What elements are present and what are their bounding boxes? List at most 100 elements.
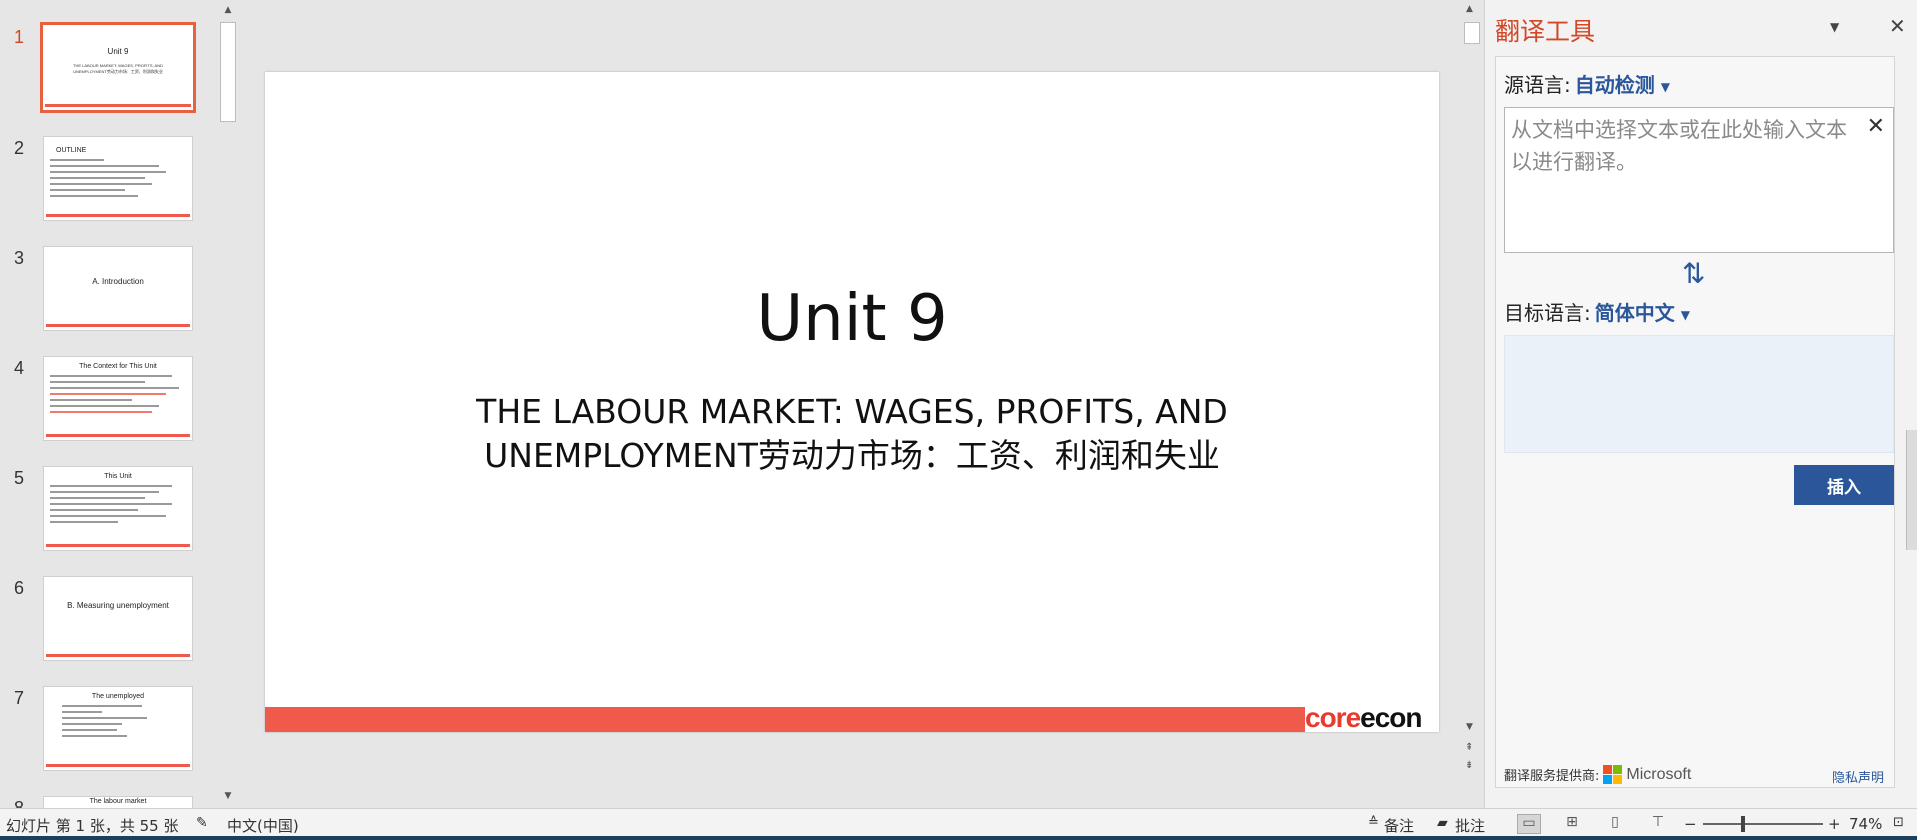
provider-label: 翻译服务提供商: bbox=[1504, 769, 1600, 784]
scroll-down-icon[interactable]: ▼ bbox=[222, 790, 234, 802]
slide-title[interactable]: Unit 9 bbox=[265, 282, 1439, 356]
target-language-row[interactable]: 目标语言: 简体中文 ▼ bbox=[1504, 297, 1690, 326]
source-text-input[interactable]: 从文档中选择文本或在此处输入文本以进行翻译。 ✕ bbox=[1504, 107, 1894, 253]
thumbnail-preview[interactable]: The labour market bbox=[43, 796, 193, 808]
slide-subtitle[interactable]: THE LABOUR MARKET: WAGES, PROFITS, AND U… bbox=[415, 390, 1289, 478]
thumbnail-bar bbox=[46, 544, 190, 547]
translator-title: 翻译工具 bbox=[1495, 17, 1596, 46]
accessibility-icon[interactable]: ✎ bbox=[196, 815, 208, 831]
thumbnail-number: 7 bbox=[14, 688, 25, 708]
thumbnail-slide-2[interactable]: 2 OUTLINE bbox=[0, 136, 215, 236]
translation-output[interactable] bbox=[1504, 335, 1894, 453]
thumbnail-text-lines bbox=[50, 485, 186, 527]
thumbnail-title: A. Introduction bbox=[92, 277, 144, 286]
normal-view-icon[interactable]: ▭ bbox=[1517, 814, 1541, 834]
thumbnail-slide-3[interactable]: 3 A. Introduction bbox=[0, 246, 215, 346]
thumbnail-title: The unemployed bbox=[91, 693, 145, 700]
thumbnail-title: Unit 9 bbox=[107, 47, 129, 56]
logo-part-core: core bbox=[1305, 702, 1361, 733]
pane-options-icon[interactable]: ▼ bbox=[1830, 20, 1839, 34]
clear-icon[interactable]: ✕ bbox=[1867, 114, 1885, 139]
notes-button[interactable]: 备注 bbox=[1384, 815, 1414, 836]
thumbnail-bar bbox=[46, 434, 190, 437]
taskbar-strip bbox=[0, 836, 1917, 840]
thumbnail-title: The Context for This Unit bbox=[79, 363, 157, 370]
thumbnail-text-lines bbox=[50, 375, 186, 417]
slide-footer-bar bbox=[265, 707, 1305, 732]
zoom-out-button[interactable]: − bbox=[1684, 815, 1697, 833]
scroll-down-icon[interactable]: ▼ bbox=[1466, 722, 1473, 732]
logo-part-econ: econ bbox=[1360, 702, 1422, 733]
thumbnail-slide-6[interactable]: 6 B. Measuring unemployment bbox=[0, 576, 215, 676]
coreecon-logo: coreecon bbox=[1305, 702, 1423, 734]
zoom-slider-knob[interactable] bbox=[1741, 816, 1745, 832]
previous-slide-icon[interactable]: ⇞ bbox=[1465, 742, 1473, 753]
thumbnail-preview[interactable]: The Context for This Unit bbox=[43, 356, 193, 441]
thumbnail-bar bbox=[46, 324, 190, 327]
provider-name: Microsoft bbox=[1626, 765, 1692, 783]
reading-view-icon[interactable]: ▯ bbox=[1603, 814, 1627, 834]
slide-thumbnail-pane: 1 Unit 9 THE LABOUR MARKET: WAGES, PROFI… bbox=[0, 0, 240, 808]
thumbnail-number: 2 bbox=[14, 138, 25, 158]
slide-sorter-icon[interactable]: ⊞ bbox=[1560, 814, 1584, 834]
zoom-level[interactable]: 74% bbox=[1849, 815, 1882, 833]
zoom-in-button[interactable]: + bbox=[1828, 815, 1841, 833]
insert-button[interactable]: 插入 bbox=[1794, 465, 1894, 505]
thumbnail-preview[interactable]: A. Introduction bbox=[43, 246, 193, 331]
thumbnail-number: 3 bbox=[14, 248, 25, 268]
chevron-down-icon[interactable]: ▼ bbox=[1681, 308, 1690, 322]
scroll-thumb[interactable] bbox=[220, 22, 236, 122]
comments-button[interactable]: 批注 bbox=[1455, 815, 1485, 836]
source-placeholder: 从文档中选择文本或在此处输入文本以进行翻译。 bbox=[1511, 118, 1847, 174]
thumbnail-slide-7[interactable]: 7 The unemployed bbox=[0, 686, 215, 786]
thumbnail-preview[interactable]: OUTLINE bbox=[43, 136, 193, 221]
translator-body: 源语言: 自动检测 ▼ 从文档中选择文本或在此处输入文本以进行翻译。 ✕ ⇅ 目标语… bbox=[1495, 56, 1895, 788]
thumbnail-subtitle: THE LABOUR MARKET: WAGES, PROFITS, AND U… bbox=[73, 63, 163, 74]
privacy-statement-link[interactable]: 隐私声明 bbox=[1832, 767, 1884, 786]
fit-to-window-icon[interactable]: ⊡ bbox=[1893, 815, 1904, 830]
thumbnail-title: This Unit bbox=[104, 473, 132, 480]
slideshow-icon[interactable]: ⊤ bbox=[1646, 814, 1670, 834]
swap-languages-icon[interactable]: ⇅ bbox=[1682, 257, 1705, 290]
thumbnail-slide-8[interactable]: 8 The labour market bbox=[0, 796, 215, 808]
pane-resize-handle[interactable] bbox=[1906, 430, 1917, 550]
scroll-up-icon[interactable]: ▲ bbox=[222, 4, 234, 16]
thumbnail-number: 1 bbox=[14, 27, 25, 47]
thumbnail-title: OUTLINE bbox=[56, 147, 87, 154]
thumbnail-preview[interactable]: This Unit bbox=[43, 466, 193, 551]
thumbnail-slide-5[interactable]: 5 This Unit bbox=[0, 466, 215, 566]
thumbnail-bar bbox=[46, 214, 190, 217]
thumbnail-slide-4[interactable]: 4 The Context for This Unit bbox=[0, 356, 215, 456]
source-language-row[interactable]: 源语言: 自动检测 ▼ bbox=[1504, 69, 1670, 98]
comments-icon[interactable]: ▰ bbox=[1437, 815, 1448, 831]
close-icon[interactable]: ✕ bbox=[1889, 14, 1906, 38]
thumbnail-number: 6 bbox=[14, 578, 25, 598]
chevron-down-icon[interactable]: ▼ bbox=[1661, 80, 1670, 94]
thumbnail-preview[interactable]: B. Measuring unemployment bbox=[43, 576, 193, 661]
thumbnail-bar bbox=[46, 764, 190, 767]
current-slide[interactable]: Unit 9 THE LABOUR MARKET: WAGES, PROFITS… bbox=[265, 72, 1439, 734]
thumbnail-text-lines bbox=[62, 705, 162, 741]
translator-pane: 翻译工具 ▼ ✕ 源语言: 自动检测 ▼ 从文档中选择文本或在此处输入文本以进行翻译… bbox=[1484, 0, 1917, 808]
thumbnail-text-lines bbox=[50, 159, 186, 201]
target-language-select[interactable]: 简体中文 bbox=[1595, 301, 1675, 325]
slide-scrollbar[interactable]: ▲ ▼ ⇞ ⇟ bbox=[1462, 0, 1482, 780]
microsoft-logo-icon bbox=[1603, 765, 1623, 784]
language-status[interactable]: 中文(中国) bbox=[227, 815, 299, 836]
provider-info: 翻译服务提供商: Microsoft bbox=[1504, 765, 1691, 784]
zoom-slider[interactable] bbox=[1703, 823, 1823, 825]
source-language-select[interactable]: 自动检测 bbox=[1575, 73, 1655, 97]
scroll-thumb[interactable] bbox=[1464, 22, 1480, 44]
thumbnail-preview[interactable]: The unemployed bbox=[43, 686, 193, 771]
thumbnail-slide-1[interactable]: 1 Unit 9 THE LABOUR MARKET: WAGES, PROFI… bbox=[0, 22, 215, 125]
thumbnail-number: 5 bbox=[14, 468, 25, 488]
slide-count-status: 幻灯片 第 1 张，共 55 张 bbox=[6, 817, 179, 835]
source-language-label: 源语言: bbox=[1504, 73, 1571, 97]
next-slide-icon[interactable]: ⇟ bbox=[1465, 760, 1473, 771]
thumbnail-bar bbox=[46, 654, 190, 657]
thumbnail-number: 4 bbox=[14, 358, 25, 378]
notes-icon[interactable]: ≙ bbox=[1368, 815, 1379, 830]
scroll-up-icon[interactable]: ▲ bbox=[1466, 4, 1473, 14]
thumbnail-preview[interactable]: Unit 9 THE LABOUR MARKET: WAGES, PROFITS… bbox=[40, 22, 196, 113]
thumbnail-scrollbar[interactable]: ▲ ▼ bbox=[218, 0, 238, 808]
